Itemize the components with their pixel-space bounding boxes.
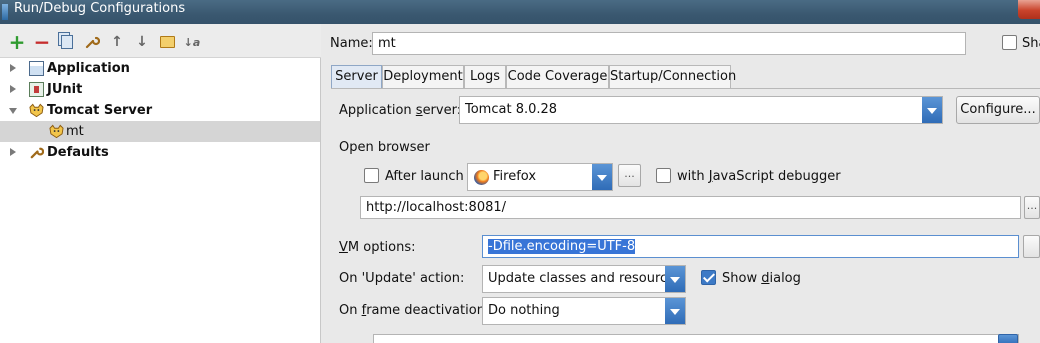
- browser-combo[interactable]: Firefox: [467, 163, 613, 191]
- tomcat-icon: [29, 103, 44, 118]
- javascript-debugger-label: with JavaScript debugger: [677, 169, 841, 184]
- configurations-panel: + − ↑ ↓ ↓a Application JUnit Tomcat Serv…: [0, 24, 321, 343]
- tree-item-label: mt: [66, 124, 84, 139]
- application-config-icon: [29, 61, 44, 76]
- tree-item-tomcat-server[interactable]: Tomcat Server: [0, 100, 320, 121]
- show-dialog-checkbox[interactable]: [701, 270, 716, 285]
- wrench-icon: [30, 147, 44, 159]
- tab-server[interactable]: Server: [331, 65, 382, 89]
- edit-defaults-icon[interactable]: [83, 33, 101, 51]
- application-server-value: Tomcat 8.0.28: [465, 102, 558, 117]
- tree-item-label: Defaults: [47, 145, 109, 160]
- expand-vm-options-icon[interactable]: [1023, 235, 1040, 258]
- share-label: Sha: [1022, 36, 1040, 51]
- browser-more-button[interactable]: ...: [618, 164, 641, 187]
- tab-code-coverage[interactable]: Code Coverage: [506, 65, 609, 88]
- name-input[interactable]: mt: [372, 32, 966, 55]
- chevron-down-icon[interactable]: [665, 298, 685, 324]
- name-label: Name:: [330, 36, 373, 51]
- chevron-down-icon[interactable]: [665, 266, 685, 292]
- tree-item-label: Tomcat Server: [47, 103, 153, 118]
- tree-item-label: Application: [47, 61, 130, 76]
- wrench-icon: [85, 36, 100, 49]
- on-frame-deactivation-combo[interactable]: Do nothing: [482, 297, 686, 325]
- tab-logs[interactable]: Logs: [464, 65, 506, 88]
- tree-item-mt[interactable]: mt: [0, 121, 320, 142]
- vm-options-input[interactable]: -Dfile.encoding=UTF-8: [482, 235, 1019, 258]
- show-dialog-label: Show dialog: [722, 271, 801, 286]
- tree-item-junit[interactable]: JUnit: [0, 79, 320, 100]
- move-up-icon[interactable]: ↑: [108, 33, 126, 51]
- tree-item-label: JUnit: [47, 82, 83, 97]
- collapse-arrow-icon[interactable]: [9, 108, 17, 114]
- javascript-debugger-checkbox[interactable]: [656, 168, 671, 183]
- url-input[interactable]: http://localhost:8081/: [360, 196, 1021, 219]
- tomcat-icon: [49, 124, 64, 139]
- tab-startup-connection[interactable]: Startup/Connection: [609, 65, 736, 88]
- firefox-icon: [474, 170, 489, 185]
- jre-input[interactable]: [373, 334, 1019, 343]
- tree-item-defaults[interactable]: Defaults: [0, 142, 320, 163]
- expand-arrow-icon[interactable]: [10, 85, 16, 93]
- browser-value: Firefox: [493, 169, 537, 184]
- url-more-button[interactable]: ...: [1024, 196, 1040, 219]
- vm-options-label: VM options:: [339, 240, 416, 255]
- app-icon: [2, 4, 8, 20]
- open-browser-label: Open browser: [339, 140, 430, 155]
- expand-arrow-icon[interactable]: [10, 64, 16, 72]
- title-bar: Run/Debug Configurations: [0, 0, 1040, 24]
- configure-button[interactable]: Configure...: [956, 96, 1040, 124]
- junit-icon: [29, 82, 44, 97]
- application-server-label: Application server:: [339, 103, 462, 118]
- copy-icon[interactable]: [58, 33, 76, 51]
- add-icon[interactable]: +: [8, 30, 26, 54]
- on-frame-deactivation-value: Do nothing: [488, 303, 560, 318]
- after-launch-label: After launch: [385, 169, 464, 184]
- share-checkbox[interactable]: [1002, 35, 1017, 50]
- chevron-down-icon[interactable]: [922, 97, 942, 123]
- vm-options-value: -Dfile.encoding=UTF-8: [488, 239, 636, 254]
- sort-icon[interactable]: ↓a: [183, 33, 201, 51]
- configurations-toolbar: + − ↑ ↓ ↓a: [0, 24, 321, 58]
- jre-dropdown-icon[interactable]: [998, 334, 1018, 343]
- remove-icon[interactable]: −: [33, 30, 51, 54]
- application-server-combo[interactable]: Tomcat 8.0.28: [459, 96, 943, 124]
- on-update-combo[interactable]: Update classes and resources: [482, 265, 686, 293]
- on-update-label: On 'Update' action:: [339, 271, 465, 286]
- folder-icon[interactable]: [158, 33, 176, 51]
- on-frame-deactivation-label: On frame deactivation:: [339, 303, 490, 318]
- close-window-button[interactable]: [1018, 0, 1040, 19]
- on-update-value: Update classes and resources: [488, 271, 682, 286]
- expand-arrow-icon[interactable]: [10, 148, 16, 156]
- move-down-icon[interactable]: ↓: [133, 33, 151, 51]
- tree-item-application[interactable]: Application: [0, 58, 320, 79]
- tab-deployment[interactable]: Deployment: [382, 65, 464, 88]
- chevron-down-icon[interactable]: [592, 164, 612, 190]
- window-title: Run/Debug Configurations: [14, 1, 186, 16]
- after-launch-checkbox[interactable]: [364, 168, 379, 183]
- configuration-editor: Name: mt Sha Server Deployment Logs Code…: [322, 24, 1040, 343]
